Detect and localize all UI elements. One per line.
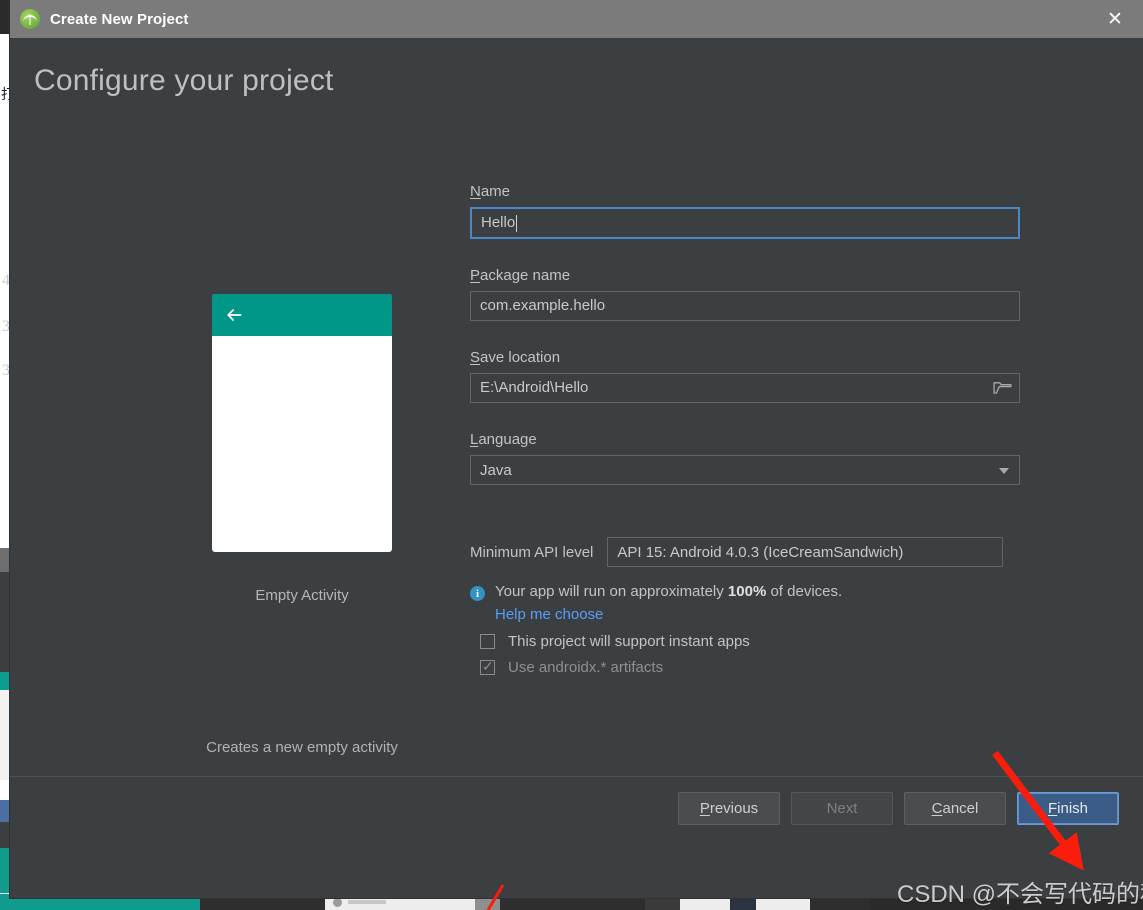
page-title: Configure your project — [34, 64, 334, 97]
dialog-title: Create New Project — [50, 10, 189, 28]
coverage-percent: 100% — [727, 583, 767, 600]
template-description-label: Creates a new empty activity — [206, 739, 398, 756]
androidx-checkbox — [480, 658, 495, 675]
name-input-value: Hello — [481, 214, 516, 231]
min-api-select[interactable]: API 15: Android 4.0.3 (IceCreamSandwich) — [607, 537, 1004, 567]
next-button: Next — [791, 792, 893, 825]
info-icon: i — [470, 586, 485, 601]
close-icon[interactable]: ✕ — [1087, 0, 1143, 38]
taskbar-item-label — [348, 900, 386, 904]
taskbar-item[interactable] — [0, 894, 8, 910]
folder-icon[interactable] — [993, 380, 1012, 395]
finish-button[interactable]: Finish — [1017, 792, 1119, 825]
dialog-button-row: Previous Next Cancel Finish — [678, 792, 1119, 825]
language-label: Language — [470, 431, 537, 448]
min-api-value: API 15: Android 4.0.3 (IceCreamSandwich) — [617, 543, 904, 561]
save-location-input[interactable]: E:\Android\Hello — [470, 373, 1020, 403]
dialog-body: Configure your project Empty Activity Cr… — [10, 38, 1143, 856]
language-value: Java — [480, 461, 512, 479]
taskbar-item-icon — [730, 896, 756, 910]
min-api-row: Minimum API level API 15: Android 4.0.3 … — [470, 537, 1022, 567]
dialog-titlebar[interactable]: Create New Project ✕ — [10, 0, 1143, 38]
taskbar-item-icon — [333, 898, 342, 907]
previous-button[interactable]: Previous — [678, 792, 780, 825]
device-coverage-text: Your app will run on approximately 100% … — [495, 583, 842, 600]
coverage-text-after: of devices. — [766, 583, 843, 600]
template-name-label: Empty Activity — [255, 587, 349, 604]
template-preview-image — [212, 294, 392, 552]
create-new-project-dialog: Create New Project ✕ Configure your proj… — [10, 0, 1143, 898]
name-label: Name — [470, 183, 511, 200]
androidx-label: Use androidx.* artifacts — [508, 659, 664, 676]
back-arrow-icon — [227, 309, 242, 321]
instant-apps-checkbox[interactable] — [480, 634, 495, 649]
package-name-value: com.example.hello — [480, 297, 606, 314]
name-input[interactable]: Hello — [470, 207, 1020, 239]
cancel-button[interactable]: Cancel — [904, 792, 1006, 825]
androidx-checkbox-row: Use androidx.* artifacts — [470, 658, 1022, 676]
language-select[interactable]: Java — [470, 455, 1020, 485]
help-me-choose-link[interactable]: Help me choose — [495, 606, 603, 623]
coverage-text-before: Your app will run on approximately — [495, 583, 728, 600]
project-configuration-form: Name Hello Package name com.example.hell… — [470, 183, 1022, 676]
instant-apps-checkbox-row[interactable]: This project will support instant apps — [470, 633, 1022, 650]
save-location-label: Save location — [470, 349, 561, 366]
instant-apps-label: This project will support instant apps — [508, 633, 750, 650]
package-name-input[interactable]: com.example.hello — [470, 291, 1020, 321]
device-coverage-info: i Your app will run on approximately 100… — [470, 583, 1022, 601]
min-api-label: Minimum API level — [470, 543, 594, 561]
save-location-value: E:\Android\Hello — [480, 379, 589, 396]
text-caret — [516, 214, 518, 232]
android-studio-icon — [20, 9, 40, 29]
preview-appbar — [212, 294, 392, 336]
package-name-label: Package name — [470, 267, 571, 284]
dialog-footer: Previous Next Cancel Finish — [10, 776, 1143, 856]
template-preview-panel: Empty Activity Creates a new empty activ… — [202, 294, 402, 756]
chevron-down-icon — [999, 468, 1009, 474]
